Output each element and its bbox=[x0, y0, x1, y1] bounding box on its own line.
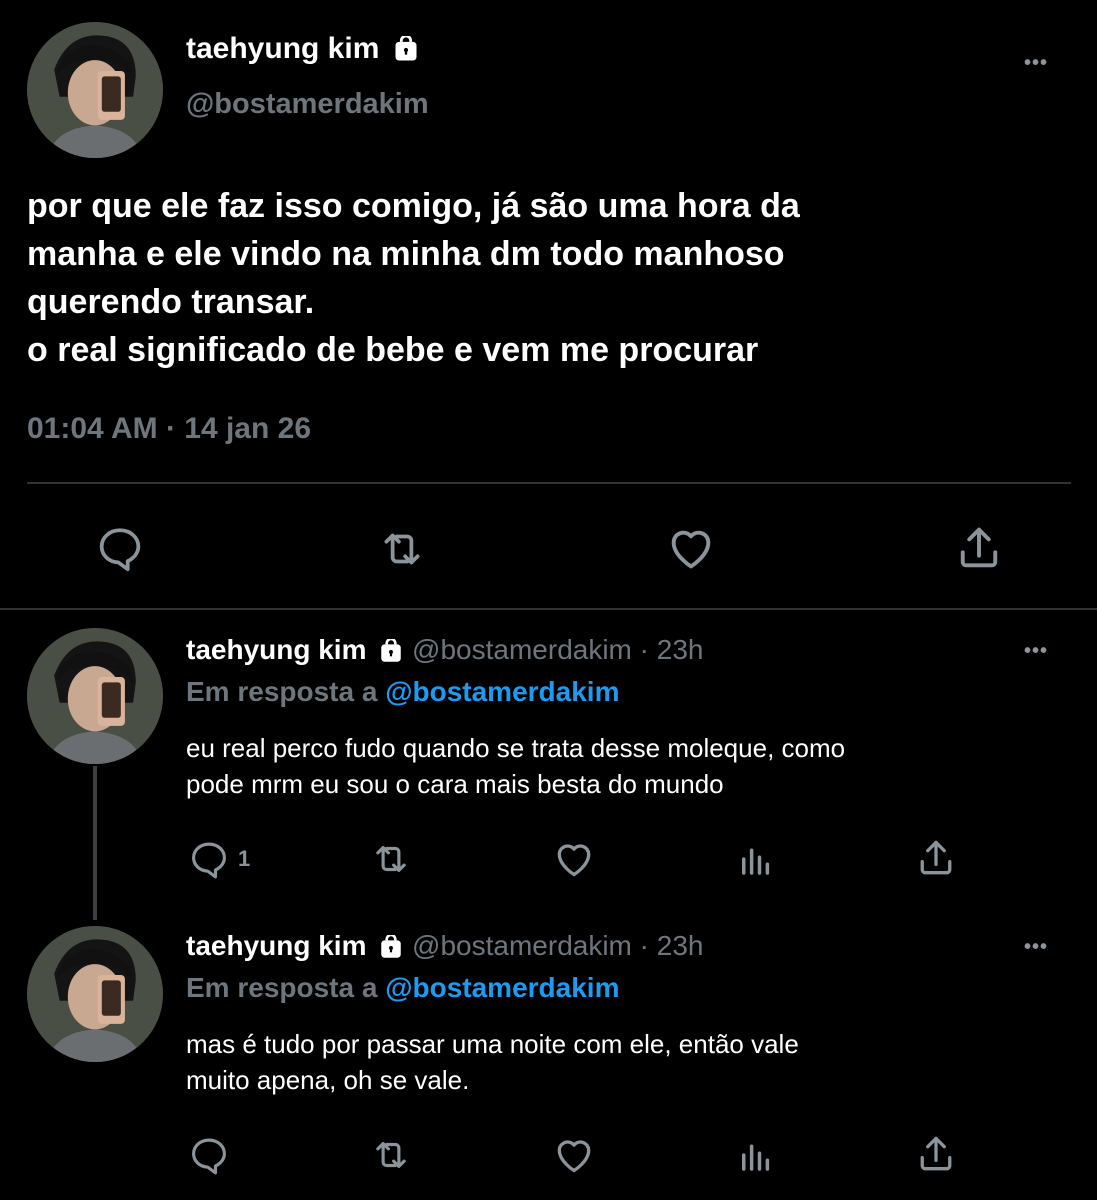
in-reply-handle[interactable]: @bostamerdakim bbox=[385, 676, 619, 707]
tweet-text-line: manha e ele vindo na minha dm todo manho… bbox=[27, 235, 785, 273]
share-icon[interactable] bbox=[953, 522, 1005, 574]
tweet-text-line: pode mrm eu sou o cara mais besta do mun… bbox=[186, 769, 724, 799]
divider bbox=[27, 482, 1071, 484]
retweet-icon[interactable] bbox=[368, 1134, 414, 1176]
author-handle[interactable]: @bostamerdakim bbox=[412, 634, 632, 665]
author-handle[interactable]: @bostamerdakim bbox=[186, 88, 429, 121]
divider bbox=[0, 608, 1097, 610]
more-icon[interactable]: ••• bbox=[1024, 52, 1048, 75]
like-icon[interactable] bbox=[665, 522, 717, 574]
avatar[interactable] bbox=[27, 22, 163, 158]
tweet-text-line: mas é tudo por passar uma noite com ele,… bbox=[186, 1029, 799, 1059]
avatar[interactable] bbox=[27, 628, 163, 764]
reply-count: 1 bbox=[238, 846, 251, 871]
tweet-age[interactable]: · 23h bbox=[640, 634, 704, 665]
author-name[interactable]: taehyung kim bbox=[186, 930, 366, 961]
in-reply-prefix: Em resposta a bbox=[186, 676, 378, 707]
analytics-icon[interactable] bbox=[734, 1134, 778, 1176]
lock-icon bbox=[378, 934, 404, 961]
timestamp[interactable]: 01:04 AM · 14 jan 26 bbox=[27, 412, 311, 446]
like-icon[interactable] bbox=[552, 837, 596, 881]
like-icon[interactable] bbox=[552, 1133, 596, 1177]
reply-icon[interactable] bbox=[95, 523, 145, 573]
thread-line bbox=[93, 766, 97, 920]
tweet-text-line: por que ele faz isso comigo, já são uma … bbox=[27, 187, 800, 225]
more-icon[interactable]: ••• bbox=[1024, 640, 1048, 663]
tweet-text-line: eu real perco fudo quando se trata desse… bbox=[186, 733, 846, 763]
analytics-icon[interactable] bbox=[734, 838, 778, 880]
retweet-icon[interactable] bbox=[375, 524, 429, 574]
tweet-text-line: o real significado de bebe e vem me proc… bbox=[27, 331, 759, 369]
lock-icon bbox=[392, 36, 420, 64]
in-reply-handle[interactable]: @bostamerdakim bbox=[385, 972, 619, 1003]
tweet-text: mas é tudo por passar uma noite com ele,… bbox=[186, 1026, 1076, 1098]
tweet-text: por que ele faz isso comigo, já são uma … bbox=[27, 182, 1067, 374]
retweet-icon[interactable] bbox=[368, 838, 414, 880]
avatar[interactable] bbox=[27, 926, 163, 1062]
share-icon[interactable] bbox=[914, 836, 958, 880]
more-icon[interactable]: ••• bbox=[1024, 936, 1048, 959]
lock-icon bbox=[378, 638, 404, 665]
share-icon[interactable] bbox=[914, 1132, 958, 1176]
tweet-age[interactable]: · 23h bbox=[640, 930, 704, 961]
reply-icon[interactable] bbox=[188, 1134, 230, 1176]
author-handle[interactable]: @bostamerdakim bbox=[412, 930, 632, 961]
reply-icon[interactable] bbox=[188, 838, 230, 880]
tweet-text-line: querendo transar. bbox=[27, 283, 315, 321]
in-reply-prefix: Em resposta a bbox=[186, 972, 378, 1003]
author-name[interactable]: taehyung kim bbox=[186, 32, 379, 65]
tweet-text-line: muito apena, oh se vale. bbox=[186, 1065, 470, 1095]
tweet-text: eu real perco fudo quando se trata desse… bbox=[186, 730, 1076, 802]
author-name[interactable]: taehyung kim bbox=[186, 634, 366, 665]
